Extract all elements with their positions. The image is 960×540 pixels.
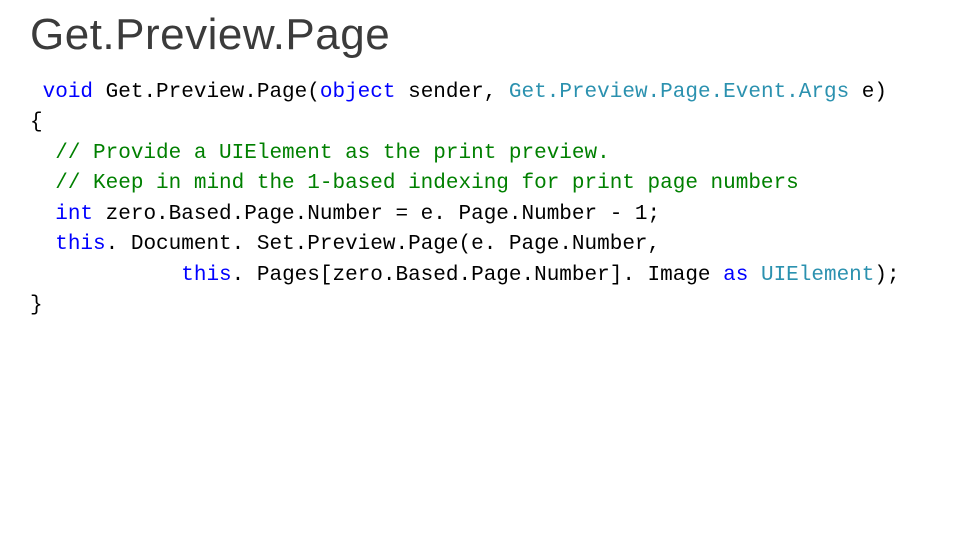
code-line-6: this. Document. Set.Preview.Page(e. Page… bbox=[30, 233, 660, 256]
param-tail: e) bbox=[849, 81, 887, 104]
keyword-int: int bbox=[55, 203, 93, 226]
line7-tail: ); bbox=[874, 264, 899, 287]
type-uielement: UIElement bbox=[761, 264, 874, 287]
type-eventargs: Get.Preview.Page.Event.Args bbox=[509, 81, 849, 104]
code-line-5: int zero.Based.Page.Number = e. Page.Num… bbox=[30, 203, 660, 226]
code-block: void Get.Preview.Page(object sender, Get… bbox=[30, 78, 930, 322]
code-line-1: void Get.Preview.Page(object sender, Get… bbox=[30, 81, 887, 104]
keyword-object: object bbox=[320, 81, 396, 104]
code-line-2: { bbox=[30, 111, 43, 134]
line7-mid: . Pages[zero.Based.Page.Number]. Image bbox=[232, 264, 723, 287]
code-line-8: } bbox=[30, 294, 43, 317]
code-line-3: // Provide a UIElement as the print prev… bbox=[30, 142, 610, 165]
comment-1: // Provide a UIElement as the print prev… bbox=[55, 142, 610, 165]
keyword-void: void bbox=[43, 81, 93, 104]
code-line-4: // Keep in mind the 1-based indexing for… bbox=[30, 172, 799, 195]
line6-rest: . Document. Set.Preview.Page(e. Page.Num… bbox=[106, 233, 661, 256]
keyword-this-2: this bbox=[181, 264, 231, 287]
param-sender: sender, bbox=[396, 81, 509, 104]
code-line-7: this. Pages[zero.Based.Page.Number]. Ima… bbox=[30, 264, 900, 287]
method-name: Get.Preview.Page( bbox=[93, 81, 320, 104]
keyword-this-1: this bbox=[55, 233, 105, 256]
comment-2: // Keep in mind the 1-based indexing for… bbox=[55, 172, 799, 195]
keyword-as: as bbox=[723, 264, 748, 287]
line5-rest: zero.Based.Page.Number = e. Page.Number … bbox=[93, 203, 660, 226]
slide-title: Get.Preview.Page bbox=[30, 10, 930, 60]
slide: Get.Preview.Page void Get.Preview.Page(o… bbox=[0, 0, 960, 322]
